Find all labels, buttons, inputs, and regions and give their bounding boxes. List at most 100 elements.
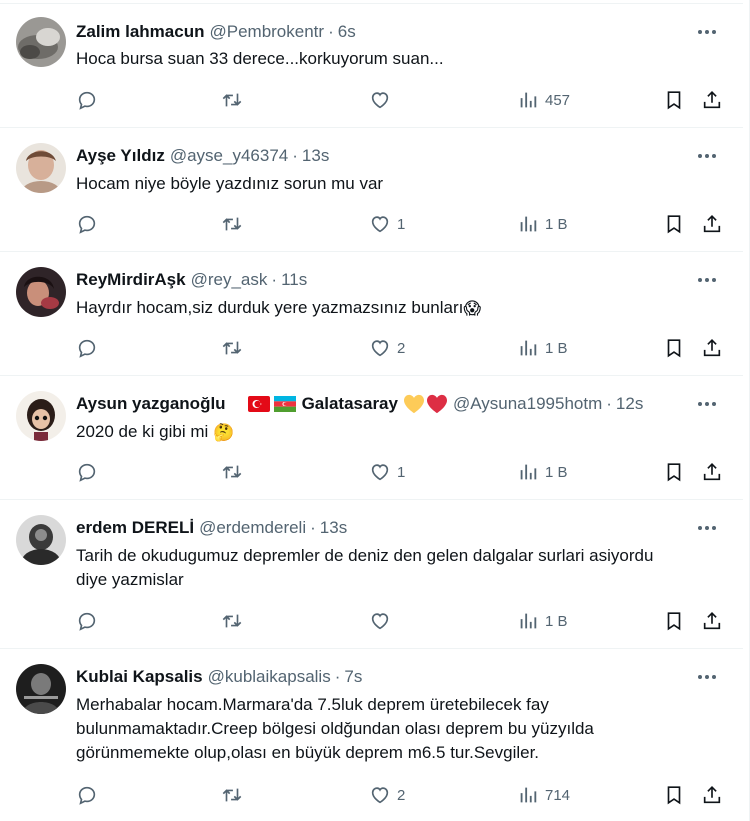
timestamp[interactable]: 12s [616,394,643,414]
like-button[interactable]: 2 [369,336,405,360]
views-icon [520,92,537,108]
turkey-flag-icon [247,396,270,412]
bookmark-button[interactable] [663,88,685,112]
display-name[interactable]: Ayşe Yıldız [76,146,165,166]
bookmark-icon [667,91,681,110]
avatar[interactable] [16,391,66,441]
display-name-extra[interactable]: Galatasaray [302,394,398,414]
separator-dot: · [328,22,334,41]
more-icon[interactable] [693,20,721,44]
share-button[interactable] [701,336,723,360]
retweet-button[interactable] [221,336,243,360]
display-name[interactable]: Zalim lahmacun [76,22,204,42]
like-count: 1 [397,463,406,481]
tweet-text: Hocam niye böyle yazdınız sorun mu var [76,174,384,193]
display-name[interactable]: erdem DERELİ [76,518,194,538]
more-icon[interactable] [693,392,721,416]
avatar[interactable] [16,515,66,565]
timestamp[interactable]: 6s [338,22,356,42]
views-icon [520,787,537,803]
reply-button[interactable] [76,609,98,633]
avatar[interactable] [16,143,66,193]
bookmark-button[interactable] [663,212,685,236]
retweet-icon [222,465,242,479]
tweet-actions: 1 1 B [76,460,721,484]
share-button[interactable] [701,460,723,484]
views-button[interactable]: 1 B [517,212,568,236]
views-button[interactable]: 457 [517,88,570,112]
share-icon [703,612,721,630]
avatar[interactable] [16,664,66,714]
retweet-icon [222,614,242,628]
tweet-header: Zalim lahmacun @Pembrokentr · 6s [76,20,683,44]
username[interactable]: @Pembrokentr [209,22,324,42]
retweet-button[interactable] [221,460,243,484]
share-button[interactable] [701,609,723,633]
avatar[interactable] [16,17,66,67]
tweet-body: Hayrdır hocam,siz durduk yere yazmazsını… [76,296,703,321]
retweet-button[interactable] [221,88,243,112]
share-button[interactable] [701,212,723,236]
like-button[interactable]: 2 [369,783,405,807]
red-heart-icon [426,394,448,414]
timestamp[interactable]: 7s [344,667,362,687]
share-button[interactable] [701,783,723,807]
tweet[interactable]: Zalim lahmacun @Pembrokentr · 6s Hoca bu… [0,4,743,128]
tweet[interactable]: erdem DERELİ @erdemdereli · 13s Tarih de… [0,500,743,649]
timestamp[interactable]: 13s [320,518,347,538]
bookmark-button[interactable] [663,336,685,360]
timeline: Zalim lahmacun @Pembrokentr · 6s Hoca bu… [0,0,750,821]
more-icon[interactable] [693,144,721,168]
tweet[interactable]: Ayşe Yıldız @ayse_y46374 · 13s Hocam niy… [0,128,743,252]
display-name[interactable]: Kublai Kapsalis [76,667,203,687]
tweet[interactable]: ReyMirdirAşk @rey_ask · 11s Hayrdır hoca… [0,252,743,376]
reply-button[interactable] [76,88,98,112]
retweet-button[interactable] [221,609,243,633]
like-button[interactable]: 1 [369,212,405,236]
reply-icon [78,612,96,631]
views-button[interactable]: 1 B [517,336,568,360]
separator-dot: · [606,394,612,413]
more-icon[interactable] [693,516,721,540]
like-button[interactable] [369,609,397,633]
username[interactable]: @rey_ask [191,270,268,290]
retweet-button[interactable] [221,212,243,236]
username[interactable]: @kublaikapsalis [208,667,331,687]
share-icon [703,339,721,357]
display-name[interactable]: ReyMirdirAşk [76,270,186,290]
username[interactable]: @Aysuna1995hotm [453,394,602,414]
like-icon [371,92,389,109]
username[interactable]: @erdemdereli [199,518,306,538]
like-button[interactable] [369,88,397,112]
display-name[interactable]: Aysun yazganoğlu [76,394,226,414]
share-button[interactable] [701,88,723,112]
retweet-button[interactable] [221,783,243,807]
more-icon[interactable] [693,665,721,689]
timestamp[interactable]: 11s [281,270,307,290]
tweet-actions: 2 714 [76,783,721,807]
tweet-text: 2020 de ki gibi mi [76,422,209,441]
reply-button[interactable] [76,212,98,236]
views-button[interactable]: 714 [517,783,570,807]
reply-button[interactable] [76,783,98,807]
views-button[interactable]: 1 B [517,609,568,633]
reply-button[interactable] [76,336,98,360]
retweet-icon [222,341,242,355]
tweet[interactable]: Kublai Kapsalis @kublaikapsalis · 7s Mer… [0,649,743,821]
timestamp[interactable]: 13s [302,146,329,166]
bookmark-button[interactable] [663,783,685,807]
username[interactable]: @ayse_y46374 [170,146,288,166]
more-icon[interactable] [693,268,721,292]
bookmark-button[interactable] [663,460,685,484]
views-button[interactable]: 1 B [517,460,568,484]
like-count: 1 [397,215,406,233]
avatar[interactable] [16,267,66,317]
tweet[interactable]: Aysun yazganoğlu Galatasaray @Aysuna1995… [0,376,743,500]
like-button[interactable]: 1 [369,460,405,484]
bookmark-button[interactable] [663,609,685,633]
views-icon [520,340,537,356]
bookmark-icon [667,786,681,805]
like-count: 2 [397,339,406,357]
reply-button[interactable] [76,460,98,484]
tweet-text: Tarih de okudugumuz depremler de deniz d… [76,546,654,589]
